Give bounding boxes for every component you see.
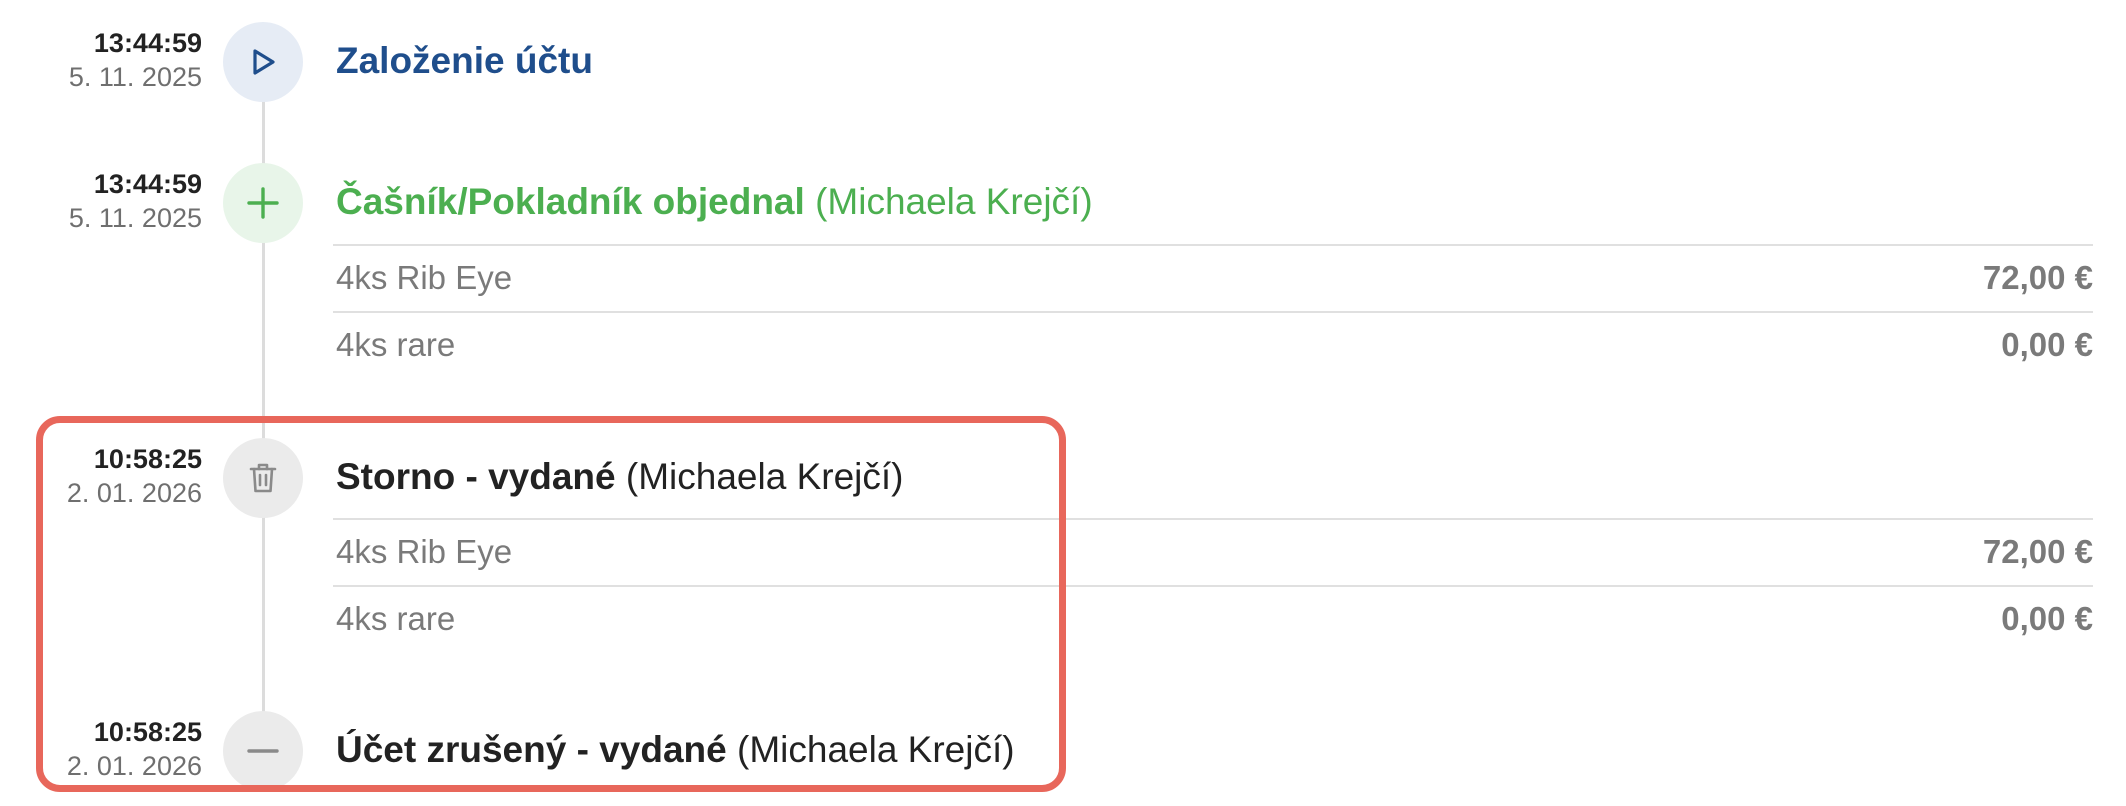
event-time: 13:44:59 [93,169,202,199]
event-time: 13:44:59 [93,28,202,58]
item-price: 0,00 € [2001,600,2093,637]
event-title: Čašník/Pokladník objednal (Michaela Krej… [336,178,1093,226]
play-icon [223,22,303,102]
item-name: 4ks rare [336,326,456,363]
item-price: 0,00 € [2001,326,2093,363]
event-user: (Michaela Krejčí) [815,181,1093,222]
event-timestamp: 13:44:59 5. 11. 2025 [0,26,202,94]
item-name: 4ks Rib Eye [336,259,513,296]
event-date: 5. 11. 2025 [68,203,202,233]
plus-icon [223,163,303,243]
order-items-list: 4ks Rib Eye 72,00 € 4ks rare 0,00 € [333,244,2093,378]
event-title: Založenie účtu [336,37,593,85]
event-timestamp: 13:44:59 5. 11. 2025 [0,167,202,235]
list-item: 4ks rare 0,00 € [333,311,2093,378]
item-price: 72,00 € [1982,259,2093,296]
highlight-box [36,416,1066,792]
event-date: 5. 11. 2025 [68,62,202,92]
event-title-text: Založenie účtu [336,40,593,81]
item-price: 72,00 € [1982,533,2093,570]
list-item: 4ks Rib Eye 72,00 € [333,244,2093,311]
event-title-text: Čašník/Pokladník objednal [336,181,805,222]
